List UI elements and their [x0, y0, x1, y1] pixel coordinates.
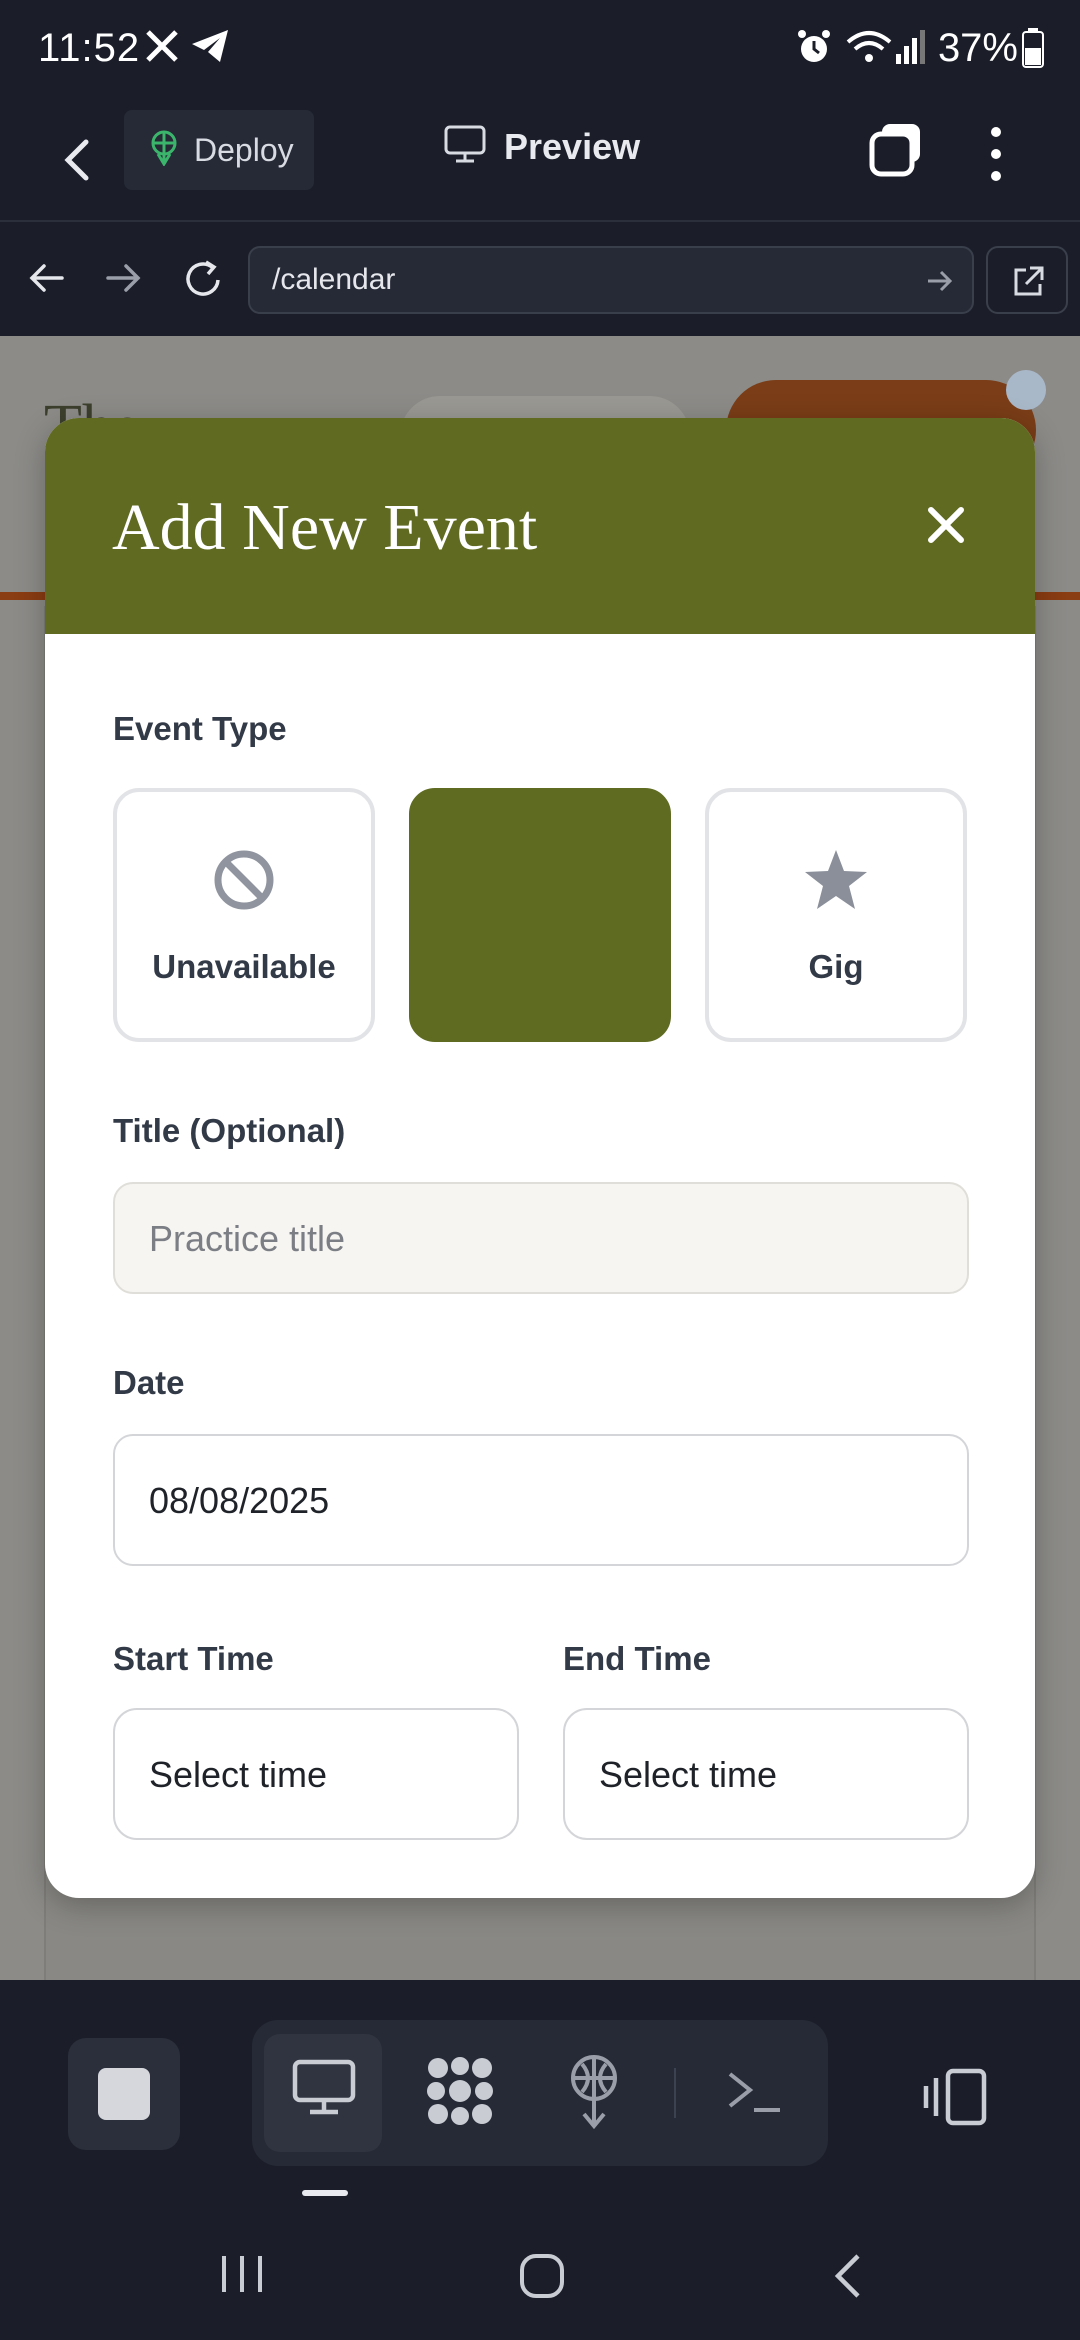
event-type-gig[interactable]: Gig [705, 788, 967, 1042]
wifi-icon [846, 28, 892, 71]
tool-group [252, 2020, 828, 2166]
end-time-value: Select time [599, 1754, 778, 1795]
active-tab-indicator [302, 2190, 348, 2196]
title-field-label: Title (Optional) [113, 1112, 346, 1149]
modal-title: Add New Event [112, 491, 538, 564]
home-icon[interactable] [518, 2252, 566, 2305]
event-type-label: Event Type [113, 710, 287, 747]
status-time: 11:52 [38, 26, 141, 70]
open-external-button[interactable] [986, 246, 1068, 314]
alarm-icon [796, 28, 832, 71]
browser-forward-icon[interactable] [104, 258, 144, 303]
desktop-icon [444, 124, 486, 169]
system-navigation-bar [0, 2204, 1080, 2340]
date-value: 08/08/2025 [149, 1480, 330, 1521]
start-time-input[interactable]: Select time [113, 1708, 519, 1840]
deploy-tool-icon[interactable] [566, 2054, 622, 2135]
title-input[interactable]: Practice title [113, 1182, 969, 1294]
telegram-icon [190, 28, 230, 69]
apps-icon[interactable] [424, 2054, 496, 2133]
stop-button[interactable] [68, 2038, 180, 2150]
end-time-label: End Time [563, 1640, 711, 1677]
deploy-label: Deploy [194, 131, 294, 168]
desktop-icon [292, 2058, 356, 2123]
event-type-label-gig: Gig [808, 948, 864, 985]
toolbar-divider [674, 2068, 676, 2118]
recent-apps-icon[interactable] [218, 2252, 266, 2301]
modal-header: Add New Event [45, 418, 1035, 634]
reload-icon[interactable] [182, 258, 224, 305]
preview-title: Preview [444, 124, 640, 169]
deploy-icon [148, 130, 180, 171]
status-bar: 11:52 37% [0, 0, 1080, 100]
terminal-icon[interactable] [726, 2068, 782, 2121]
app-bar: Deploy Preview [0, 100, 1080, 220]
start-time-label: Start Time [113, 1640, 274, 1677]
back-arrow-icon[interactable] [56, 128, 100, 192]
close-icon[interactable] [923, 502, 969, 548]
x-icon [144, 28, 180, 69]
event-type-unavailable[interactable]: Unavailable [113, 788, 375, 1042]
title-placeholder: Practice title [149, 1218, 346, 1259]
external-link-icon [1012, 264, 1046, 303]
signal-icon [894, 28, 928, 71]
go-arrow-icon[interactable] [926, 268, 954, 299]
url-input[interactable]: /calendar [248, 246, 974, 314]
date-input[interactable]: 08/08/2025 [113, 1434, 969, 1566]
start-time-value: Select time [149, 1754, 328, 1795]
preview-label: Preview [504, 125, 641, 167]
end-time-input[interactable]: Select time [563, 1708, 969, 1840]
url-bar: /calendar [0, 220, 1080, 336]
deploy-button[interactable]: Deploy [124, 110, 314, 190]
tool-desktop-button[interactable] [264, 2034, 382, 2152]
add-event-modal: Add New Event Event Type Unavailable Gig… [45, 418, 1035, 1898]
side-panel-icon[interactable] [922, 2068, 988, 2131]
date-field-label: Date [113, 1364, 185, 1401]
system-back-icon[interactable] [830, 2252, 866, 2305]
browser-back-icon[interactable] [26, 258, 66, 303]
ban-icon [212, 848, 276, 917]
event-type-label-unavailable: Unavailable [152, 948, 336, 985]
bottom-toolbar [0, 1980, 1080, 2204]
star-icon [803, 848, 869, 917]
url-text: /calendar [272, 263, 396, 296]
background-avatar [1006, 370, 1046, 410]
more-options-icon[interactable] [978, 122, 1014, 186]
battery-percent: 37% [937, 26, 1018, 70]
battery-icon [1022, 28, 1044, 73]
stop-icon [98, 2068, 150, 2120]
tabs-icon[interactable] [868, 120, 924, 180]
event-type-selected[interactable] [409, 788, 671, 1042]
